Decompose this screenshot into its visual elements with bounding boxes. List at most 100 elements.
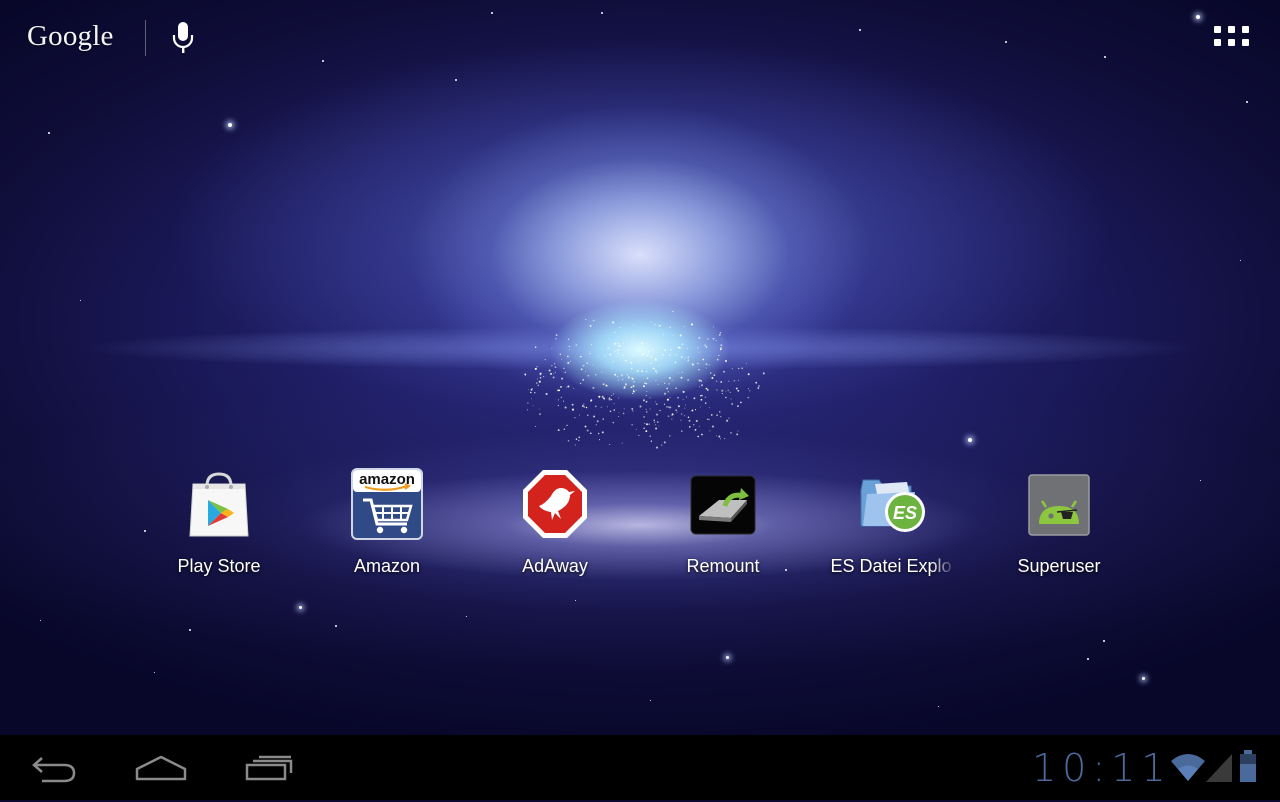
dust-particle	[718, 354, 720, 357]
dust-particle	[671, 379, 673, 381]
shortcut-amazon[interactable]: amazon Amazon	[307, 466, 467, 590]
home-icon[interactable]	[133, 749, 189, 789]
dust-particle	[623, 385, 626, 388]
dust-particle	[655, 370, 657, 372]
shortcut-label: AdAway	[522, 556, 588, 576]
search-divider	[145, 20, 146, 56]
dust-particle	[698, 425, 700, 427]
dust-particle	[567, 338, 570, 340]
dust-particle	[725, 360, 727, 362]
es-file-explorer-icon: ES	[853, 466, 929, 542]
dust-particle	[585, 318, 587, 321]
dust-particle	[616, 375, 619, 378]
dust-particle	[582, 364, 585, 367]
dust-particle	[669, 354, 671, 356]
dust-particle	[645, 351, 647, 353]
dust-particle	[707, 338, 709, 340]
dust-particle	[711, 425, 715, 428]
star	[491, 12, 493, 14]
star	[968, 438, 972, 442]
dust-particle	[758, 384, 760, 387]
shortcut-play-store[interactable]: Play Store	[139, 466, 299, 590]
dust-particle	[724, 438, 726, 440]
dust-particle	[589, 324, 592, 327]
dust-particle	[639, 405, 642, 408]
shortcut-superuser[interactable]: Superuser	[979, 466, 1139, 590]
dust-particle	[643, 382, 646, 385]
dust-particle	[716, 358, 719, 361]
dust-particle	[567, 385, 570, 388]
dust-particle	[580, 355, 582, 358]
dust-particle	[564, 406, 567, 409]
star	[153, 671, 155, 673]
star	[1103, 640, 1105, 642]
dust-particle	[715, 380, 718, 382]
star	[1005, 41, 1007, 43]
dust-particle	[708, 354, 710, 356]
status-clock[interactable]: 10:11	[1032, 735, 1172, 800]
dust-particle	[646, 377, 649, 380]
recent-apps-icon[interactable]	[242, 749, 296, 789]
dust-particle	[570, 360, 572, 362]
dust-particle	[551, 365, 553, 367]
dust-particle	[621, 442, 623, 444]
dust-particle	[598, 439, 601, 441]
dust-particle	[657, 324, 658, 326]
apps-grid-icon[interactable]	[1212, 24, 1252, 50]
dust-particle	[658, 365, 660, 367]
dust-particle	[726, 419, 729, 422]
shortcut-adaway[interactable]: AdAway	[475, 466, 635, 590]
dust-particle	[649, 435, 651, 437]
dust-particle	[641, 342, 644, 344]
dust-particle	[719, 438, 722, 440]
mic-icon[interactable]	[171, 21, 195, 55]
dust-particle	[571, 403, 574, 406]
back-icon[interactable]	[28, 749, 80, 789]
dust-particle	[655, 427, 658, 430]
dust-particle	[597, 355, 599, 357]
dust-particle	[567, 355, 569, 358]
dust-particle	[563, 367, 565, 370]
dust-particle	[688, 359, 689, 361]
dust-particle	[685, 404, 687, 406]
google-search-logo[interactable]: Google	[27, 20, 114, 53]
dust-particle	[527, 389, 529, 391]
dust-particle	[615, 355, 618, 357]
dust-particle	[705, 387, 708, 390]
dust-particle	[698, 336, 701, 339]
dust-particle	[646, 391, 648, 392]
shortcut-remount[interactable]: Remount	[643, 466, 803, 590]
dust-particle	[539, 413, 541, 416]
dust-particle	[645, 382, 648, 385]
dust-particle	[741, 367, 744, 370]
dust-particle	[598, 395, 601, 398]
dust-particle	[582, 405, 584, 407]
dust-particle	[649, 397, 651, 399]
dust-particle	[620, 374, 623, 377]
dust-particle	[737, 430, 739, 432]
dust-particle	[590, 432, 592, 435]
dust-particle	[630, 386, 633, 389]
remount-icon	[685, 466, 761, 542]
dust-particle	[678, 405, 680, 407]
dust-particle	[723, 370, 725, 373]
dust-particle	[651, 348, 654, 351]
dust-particle	[666, 406, 668, 408]
star	[1196, 15, 1200, 19]
dust-particle	[669, 397, 671, 399]
dust-particle	[617, 342, 619, 345]
dust-particle	[534, 367, 537, 370]
dust-particle	[584, 425, 587, 428]
dust-particle	[727, 389, 729, 392]
dust-particle	[631, 407, 634, 410]
dust-particle	[661, 444, 663, 446]
dust-particle	[688, 426, 691, 428]
shortcut-es-file-explorer[interactable]: ES ES Datei Explo	[811, 466, 971, 590]
dust-particle	[539, 374, 541, 376]
dust-particle	[680, 376, 683, 379]
dust-particle	[675, 387, 677, 389]
dust-particle	[677, 346, 680, 348]
dust-particle	[728, 417, 730, 419]
dust-particle	[638, 434, 640, 436]
dust-particle	[631, 424, 633, 426]
